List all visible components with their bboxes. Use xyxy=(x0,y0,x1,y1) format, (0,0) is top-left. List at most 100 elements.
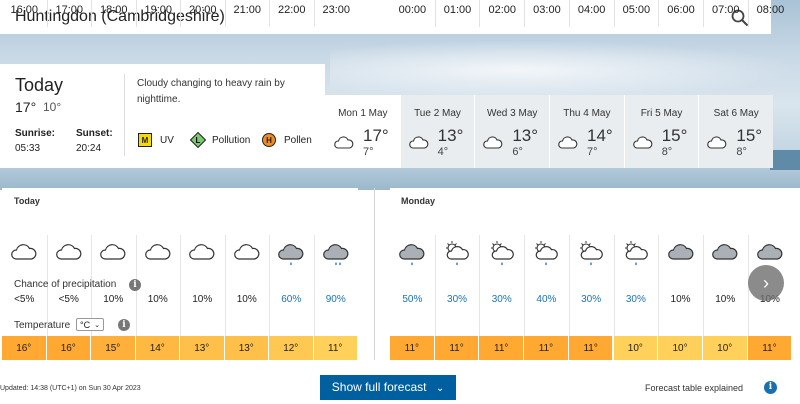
hour-row xyxy=(390,208,792,235)
temperature-value: 10° xyxy=(658,336,702,360)
column-divider xyxy=(568,235,570,336)
hour-label: 22:00 xyxy=(269,0,314,27)
temperature-value: 16° xyxy=(2,336,46,360)
pollen-label[interactable]: Pollen xyxy=(284,135,312,146)
grey-cloud-icon xyxy=(712,244,738,260)
precip-value: 10% xyxy=(147,294,168,305)
cloud-icon xyxy=(11,244,37,260)
precip-value: 10% xyxy=(236,294,257,305)
weather-icon-cell xyxy=(322,240,366,266)
precip-info-icon[interactable]: i xyxy=(129,279,141,291)
precip-value: 90% xyxy=(325,294,346,305)
forecast-explained-link[interactable]: Forecast table explained xyxy=(645,383,743,393)
show-full-forecast-button[interactable]: Show full forecast ⌄ xyxy=(320,375,456,400)
weather-icon-cell xyxy=(99,240,143,264)
temperature-value: 10° xyxy=(702,336,747,360)
today-weather-summary: Cloudy changing to heavy rain by nightti… xyxy=(137,78,285,105)
precip-value: 30% xyxy=(447,294,468,305)
panel-divider xyxy=(124,74,125,156)
hour-label: 04:00 xyxy=(568,0,614,27)
temperature-value: 14° xyxy=(135,336,179,360)
day-name: Fri 5 May xyxy=(640,108,683,119)
day-tab[interactable]: Fri 5 May 15° 8° xyxy=(623,95,699,168)
precip-value: 30% xyxy=(581,294,602,305)
day-high: 13° xyxy=(512,126,539,145)
column-divider xyxy=(613,235,615,336)
cloud-icon xyxy=(334,136,354,149)
day-high: 15° xyxy=(736,126,763,145)
weather-icon-cell xyxy=(277,240,321,266)
temperature-value: 16° xyxy=(46,336,90,360)
day-separator xyxy=(374,188,375,360)
day-high: 13° xyxy=(437,126,464,145)
precip-value: 10% xyxy=(192,294,213,305)
temperature-value: 11° xyxy=(524,336,568,360)
temperature-value: 11° xyxy=(313,336,357,360)
pollution-label[interactable]: Pollution xyxy=(212,135,250,146)
day-high: 17° xyxy=(363,126,389,145)
day-tab[interactable]: Sat 6 May 15° 8° xyxy=(698,95,774,168)
weather-icon-cell xyxy=(188,240,232,264)
day-tab[interactable]: Mon 1 May 17° 7° xyxy=(325,95,400,168)
updated-timestamp: Updated: 14:38 (UTC+1) on Sun 30 Apr 202… xyxy=(0,385,141,392)
hour-label: 03:00 xyxy=(524,0,569,27)
grey-cloud-icon xyxy=(667,244,693,260)
column-divider xyxy=(313,235,315,336)
column-divider xyxy=(524,235,526,336)
sunrise-label: Sunrise: xyxy=(15,128,56,139)
hour-label: 01:00 xyxy=(434,0,480,27)
cloud-icon xyxy=(55,244,82,260)
day-tab[interactable]: Thu 4 May 14° 7° xyxy=(549,95,624,168)
day-high: 15° xyxy=(661,126,688,145)
hour-label: 17:00 xyxy=(46,0,92,27)
next-hours-button[interactable]: › xyxy=(748,265,784,301)
day-low: 4° xyxy=(437,146,449,158)
column-divider xyxy=(269,235,270,336)
precip-label: Chance of precipitation xyxy=(14,279,117,290)
temperature-value: 13° xyxy=(224,336,268,360)
precip-value: 30% xyxy=(491,294,512,305)
column-divider xyxy=(180,235,181,336)
info-icon[interactable]: i xyxy=(764,381,777,394)
precip-value: 10% xyxy=(103,294,124,305)
hour-label: 00:00 xyxy=(398,4,427,16)
day-high: 14° xyxy=(587,126,613,145)
precip-value: <5% xyxy=(58,294,79,305)
hour-label: 18:00 xyxy=(91,0,136,27)
temperature-value: 11° xyxy=(434,336,479,360)
hour-label: 21:00 xyxy=(224,0,270,27)
cloud-icon xyxy=(483,136,503,149)
column-divider xyxy=(479,235,481,336)
weather-icon-cell xyxy=(622,240,666,266)
today-heading: Today xyxy=(15,75,64,95)
precip-value: <5% xyxy=(14,294,35,305)
pollen-badge[interactable]: H xyxy=(262,133,276,147)
cloud-decoration xyxy=(330,40,800,100)
pollution-badge-letter: L xyxy=(196,136,201,145)
temperature-info-icon[interactable]: i xyxy=(118,319,130,331)
weather-icon-cell xyxy=(532,240,576,266)
column-divider xyxy=(224,235,226,336)
hour-label: 16:00 xyxy=(10,4,39,16)
day-name: Wed 3 May xyxy=(486,108,538,119)
temperature-value: 11° xyxy=(390,336,434,360)
day-low: 7° xyxy=(363,146,374,158)
day-tab[interactable]: Tue 2 May 13° 4° xyxy=(399,95,475,168)
precip-value: 60% xyxy=(281,294,302,305)
precip-value: 30% xyxy=(625,294,646,305)
pollution-badge[interactable]: L xyxy=(190,132,206,148)
sunset-label: Sunset: xyxy=(76,128,113,139)
weather-icon-cell xyxy=(55,240,99,264)
hour-label: 05:00 xyxy=(613,0,659,27)
sunset-time: 20:24 xyxy=(76,143,102,154)
temperature-unit-select[interactable]: °C ⌄ xyxy=(76,318,104,331)
uv-label[interactable]: UV xyxy=(160,135,174,146)
day-tab[interactable]: Wed 3 May 13° 6° xyxy=(474,95,550,168)
uv-badge[interactable]: M xyxy=(138,133,152,147)
cloud-icon xyxy=(144,244,171,260)
today-date-label: Today xyxy=(14,196,40,206)
unit-value: °C xyxy=(80,320,91,330)
weather-icon-cell xyxy=(577,240,621,266)
sunny-intervals-rain-icon xyxy=(580,241,603,266)
hour-label: 02:00 xyxy=(479,0,524,27)
